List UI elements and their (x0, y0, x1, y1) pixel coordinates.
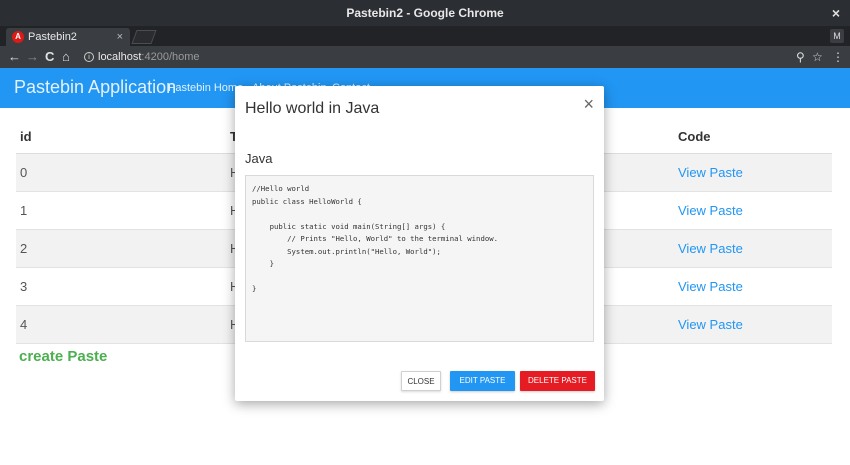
tab-label: Pastebin2 (28, 31, 77, 43)
home-icon[interactable]: ⌂ (62, 46, 70, 68)
row-id: 0 (20, 165, 28, 180)
info-icon[interactable]: i (84, 52, 94, 63)
reload-icon[interactable]: C (45, 46, 54, 68)
window-titlebar: Pastebin2 - Google Chrome × (0, 0, 850, 26)
url-host: localhost (98, 51, 142, 63)
code-content: //Hello world public class HelloWorld { … (252, 184, 499, 293)
edit-paste-button[interactable]: EDIT PASTE (450, 371, 515, 391)
modal-title: Hello world in Java (245, 100, 380, 117)
address-bar[interactable]: i localhost:4200/home (84, 49, 200, 65)
browser-toolbar: ← → C ⌂ i localhost:4200/home ⚲ ☆ ⋮ (0, 46, 850, 68)
new-tab-button[interactable] (131, 30, 157, 44)
profile-icon[interactable]: M (830, 29, 844, 43)
window-close-icon[interactable]: × (832, 0, 840, 26)
view-paste-link[interactable]: View Paste (678, 165, 743, 180)
nav-link-home[interactable]: Pastebin Home (168, 82, 243, 94)
modal-close-icon[interactable]: × (583, 94, 594, 115)
row-id: 1 (20, 203, 28, 218)
view-paste-link[interactable]: View Paste (678, 317, 743, 332)
window-title: Pastebin2 - Google Chrome (346, 6, 504, 20)
row-id: 3 (20, 279, 28, 294)
row-id: 4 (20, 317, 28, 332)
tab-strip: A Pastebin2 × M (0, 26, 850, 46)
column-header-id: id (20, 129, 32, 144)
angular-favicon-icon: A (12, 31, 24, 43)
paste-language: Java (245, 151, 273, 166)
forward-icon[interactable]: → (26, 46, 39, 68)
delete-paste-button[interactable]: DELETE PASTE (520, 371, 595, 391)
row-id: 2 (20, 241, 28, 256)
menu-icon[interactable]: ⋮ (832, 46, 844, 68)
view-paste-link[interactable]: View Paste (678, 241, 743, 256)
view-paste-link[interactable]: View Paste (678, 203, 743, 218)
code-block: //Hello world public class HelloWorld { … (245, 175, 594, 342)
browser-tab[interactable]: A Pastebin2 × (6, 28, 130, 46)
zoom-icon[interactable]: ⚲ (796, 46, 805, 68)
tab-close-icon[interactable]: × (117, 28, 123, 46)
column-header-code: Code (678, 129, 711, 144)
paste-modal: Hello world in Java × Java //Hello world… (235, 86, 604, 401)
bookmark-star-icon[interactable]: ☆ (812, 46, 823, 68)
back-icon[interactable]: ← (8, 46, 21, 68)
app-brand[interactable]: Pastebin Application (14, 77, 176, 98)
url-path: :4200/home (141, 51, 200, 63)
close-button[interactable]: CLOSE (401, 371, 441, 391)
create-paste-link[interactable]: create Paste (19, 348, 107, 365)
view-paste-link[interactable]: View Paste (678, 279, 743, 294)
